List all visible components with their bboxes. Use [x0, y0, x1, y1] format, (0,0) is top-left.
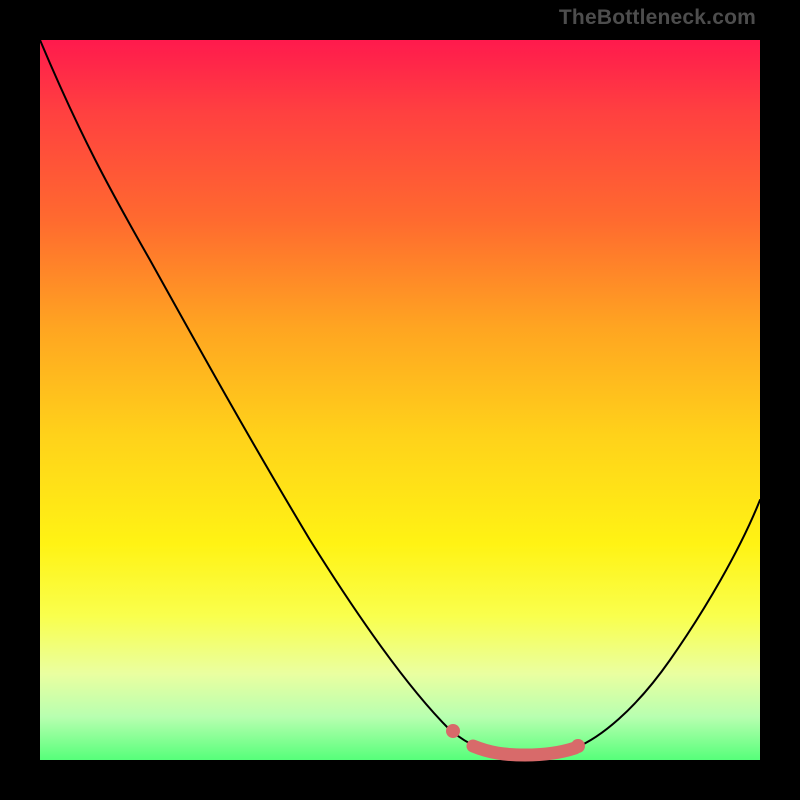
attribution-label: TheBottleneck.com — [559, 6, 756, 30]
marker-dot-left — [446, 724, 460, 738]
bottleneck-curve — [40, 40, 760, 755]
chart-frame: TheBottleneck.com — [0, 0, 800, 800]
chart-overlay — [40, 40, 760, 760]
marker-dot-right — [571, 739, 585, 753]
optimal-range-marker — [473, 746, 575, 755]
